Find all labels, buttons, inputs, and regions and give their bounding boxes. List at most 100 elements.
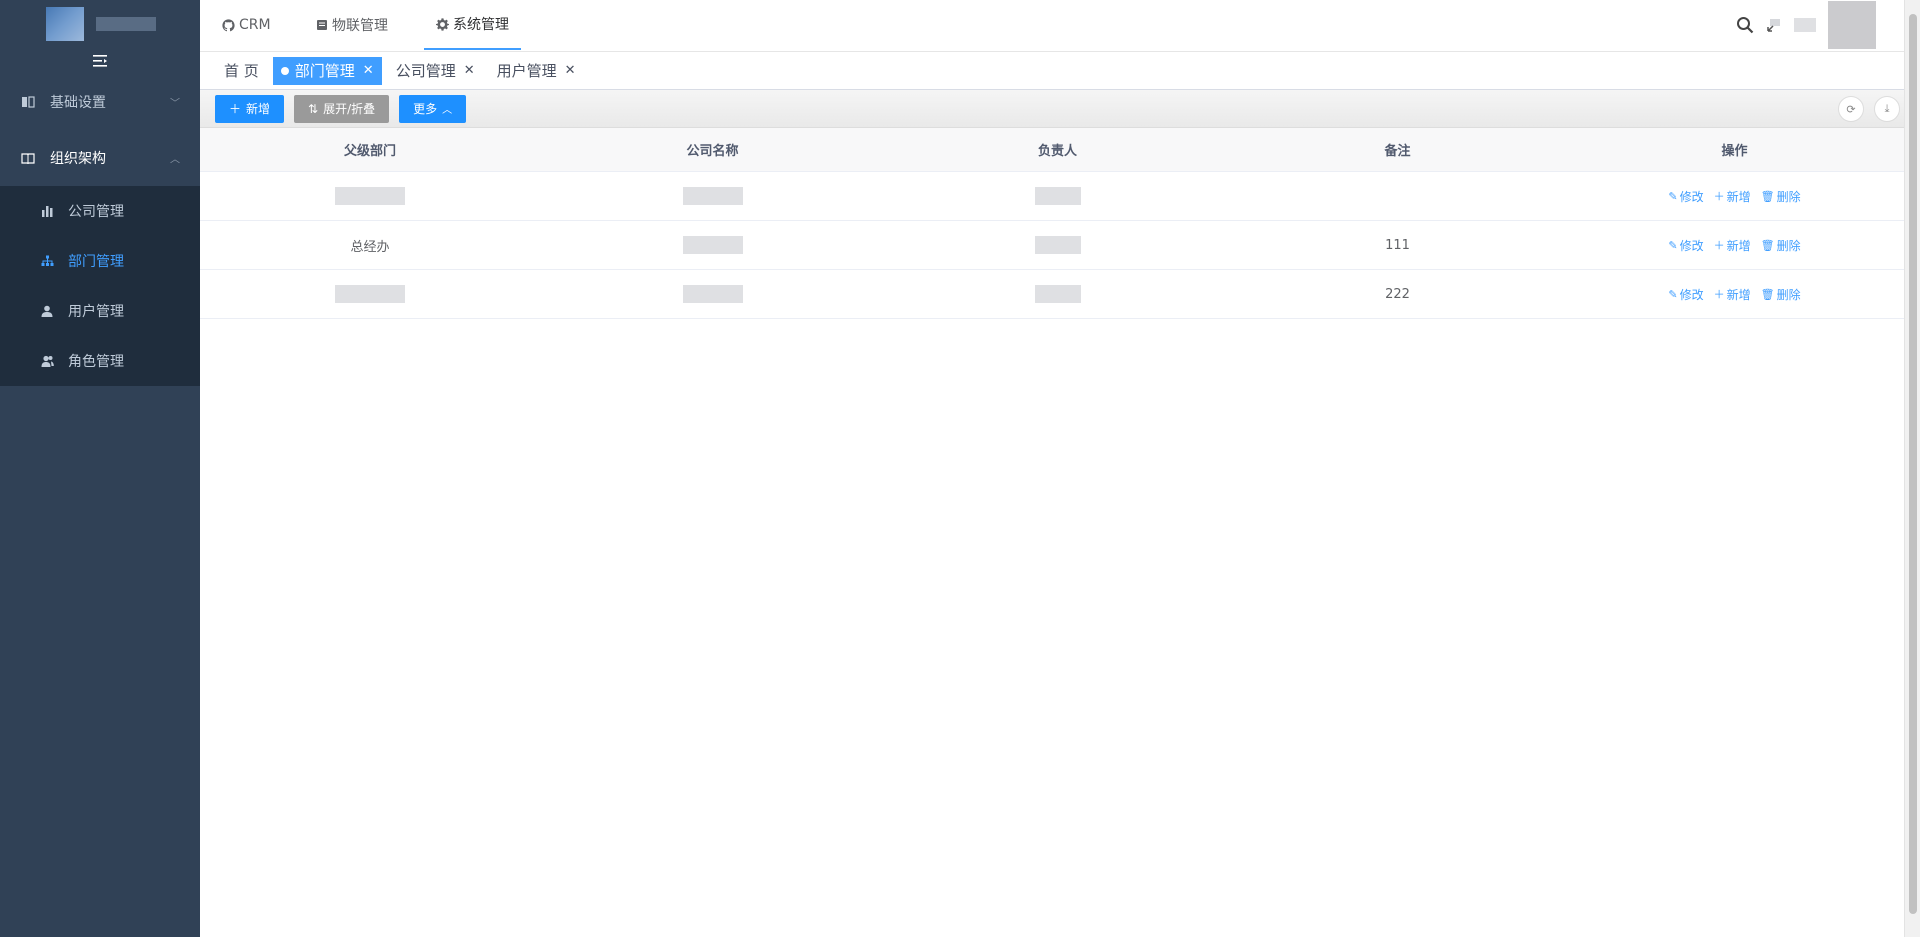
add-child-link[interactable]: ＋新增 (1714, 286, 1751, 303)
vertical-scrollbar[interactable] (1904, 0, 1920, 937)
edit-icon: ✎ (1668, 238, 1678, 252)
tab-company[interactable]: 公司管理 ✕ (388, 57, 483, 85)
more-button[interactable]: 更多 ︿ (399, 94, 467, 123)
tab-user[interactable]: 用户管理 ✕ (489, 57, 584, 85)
cell-parent: 总经办 (350, 239, 390, 255)
column-header: 负责人 (1037, 144, 1077, 159)
submenu-organization: 公司管理 部门管理 用户管理 角色管理 (0, 186, 200, 386)
chevron-up-icon: ︿ (442, 105, 453, 116)
redacted-text (682, 187, 743, 205)
fullscreen-icon[interactable] (1766, 17, 1782, 33)
sidebar-item-company[interactable]: 公司管理 (0, 186, 200, 236)
redacted-text (1034, 236, 1081, 254)
topnav-label: 系统管理 (453, 17, 509, 33)
column-header: 公司名称 (686, 144, 739, 159)
department-table: 父级部门 公司名称 负责人 备注 操作 ✎ 修改 ＋新增 🗑 删除 总经办 11… (200, 128, 1904, 319)
search-icon[interactable] (1736, 16, 1754, 34)
cell-leader (885, 221, 1230, 269)
tab-department[interactable]: 部门管理 ✕ (272, 56, 382, 85)
trash-icon: 🗑 (1760, 287, 1775, 301)
edit-link[interactable]: ✎ 修改 (1668, 286, 1703, 303)
topnav-item-crm[interactable]: CRM (222, 0, 271, 50)
delete-link[interactable]: 🗑 删除 (1761, 237, 1801, 254)
user-group-icon (40, 355, 54, 367)
delete-label: 删除 (1776, 287, 1801, 302)
tags-view: 首 页 部门管理 ✕ 公司管理 ✕ 用户管理 ✕ (200, 52, 1904, 90)
refresh-icon[interactable]: ⟳ (1838, 96, 1864, 122)
cell-parent (200, 270, 540, 318)
topnav-item-iot[interactable]: 物联管理 (316, 0, 388, 50)
edit-link[interactable]: ✎ 修改 (1668, 188, 1703, 205)
plus-icon: ＋ (1713, 239, 1725, 252)
sidebar-item-label: 部门管理 (68, 254, 124, 270)
table-row: 总经办 111 ✎ 修改 ＋新增 🗑 删除 (200, 221, 1904, 270)
menu-title-label: 基础设置 (50, 95, 106, 111)
add-child-link[interactable]: ＋新增 (1714, 188, 1751, 205)
sidebar-item-department[interactable]: 部门管理 (0, 236, 200, 286)
redacted-text (1034, 285, 1081, 303)
table-row: ✎ 修改 ＋新增 🗑 删除 (200, 172, 1904, 221)
redacted-text (682, 236, 743, 254)
top-navbar: CRM 物联管理 系统管理 (200, 0, 1920, 52)
toggle-label: 展开/折叠 (323, 102, 376, 116)
cell-actions: ✎ 修改 ＋新增 🗑 删除 (1565, 172, 1904, 220)
cell-remark: 111 (1385, 237, 1410, 253)
add-label: 新增 (1726, 238, 1751, 253)
close-icon[interactable]: ✕ (464, 63, 475, 78)
chevron-up-icon: ︿ (170, 154, 180, 166)
edit-icon: ✎ (1668, 287, 1678, 301)
menu-title-label: 组织架构 (50, 151, 106, 167)
collapse-menu-icon[interactable] (0, 48, 200, 74)
logo-image (46, 7, 84, 41)
table-toolbar: ＋ 新增 ⇅ 展开/折叠 更多 ︿ ⟳ ⤓ (200, 90, 1904, 128)
add-child-link[interactable]: ＋新增 (1714, 237, 1751, 254)
plus-icon: ＋ (229, 102, 242, 116)
github-icon (222, 18, 235, 32)
chevron-down-icon: ﹀ (170, 98, 180, 110)
delete-link[interactable]: 🗑 删除 (1761, 286, 1801, 303)
cell-company (540, 221, 885, 269)
close-icon[interactable]: ✕ (565, 63, 576, 78)
topnav-label: 物联管理 (332, 18, 388, 34)
server-icon (316, 19, 328, 31)
column-header: 操作 (1721, 144, 1748, 159)
edit-label: 修改 (1679, 238, 1704, 253)
navbar-right-tools (1736, 0, 1876, 50)
column-header: 备注 (1384, 144, 1411, 159)
cell-parent (200, 172, 540, 220)
tab-label: 部门管理 (294, 62, 355, 80)
edit-link[interactable]: ✎ 修改 (1668, 237, 1703, 254)
cell-leader (885, 172, 1230, 220)
menu-title-organization[interactable]: 组织架构 ︿ (0, 130, 200, 186)
cell-leader (885, 270, 1230, 318)
redacted-text (1034, 187, 1081, 205)
expand-collapse-button[interactable]: ⇅ 展开/折叠 (294, 94, 390, 123)
avatar[interactable] (1828, 1, 1876, 49)
add-button[interactable]: ＋ 新增 (215, 94, 285, 123)
menu-title-basic-settings[interactable]: 基础设置 ﹀ (0, 74, 200, 130)
scrollbar-thumb[interactable] (1909, 14, 1917, 914)
tab-label: 用户管理 (496, 62, 557, 80)
edit-label: 修改 (1679, 189, 1704, 204)
logo[interactable] (0, 0, 200, 48)
topnav-item-system[interactable]: 系统管理 (424, 0, 521, 50)
cell-remark: 222 (1385, 286, 1410, 302)
download-icon[interactable]: ⤓ (1874, 96, 1900, 122)
sidebar-item-user[interactable]: 用户管理 (0, 286, 200, 336)
size-select-redacted[interactable] (1794, 18, 1816, 32)
sidebar-item-role[interactable]: 角色管理 (0, 336, 200, 386)
tab-label: 首 页 (224, 62, 259, 80)
tab-home[interactable]: 首 页 (216, 57, 267, 85)
delete-label: 删除 (1776, 189, 1801, 204)
close-icon[interactable]: ✕ (363, 63, 374, 78)
table-row: 222 ✎ 修改 ＋新增 🗑 删除 (200, 270, 1904, 319)
sitemap-icon (40, 255, 54, 267)
cell-company (540, 270, 885, 318)
gear-icon (436, 17, 449, 31)
delete-link[interactable]: 🗑 删除 (1761, 188, 1801, 205)
menu-group-basic-settings: 基础设置 ﹀ (0, 74, 200, 130)
cell-company (540, 172, 885, 220)
book-open-icon (20, 152, 36, 164)
book-icon (20, 96, 36, 108)
add-label: 新增 (246, 102, 271, 116)
